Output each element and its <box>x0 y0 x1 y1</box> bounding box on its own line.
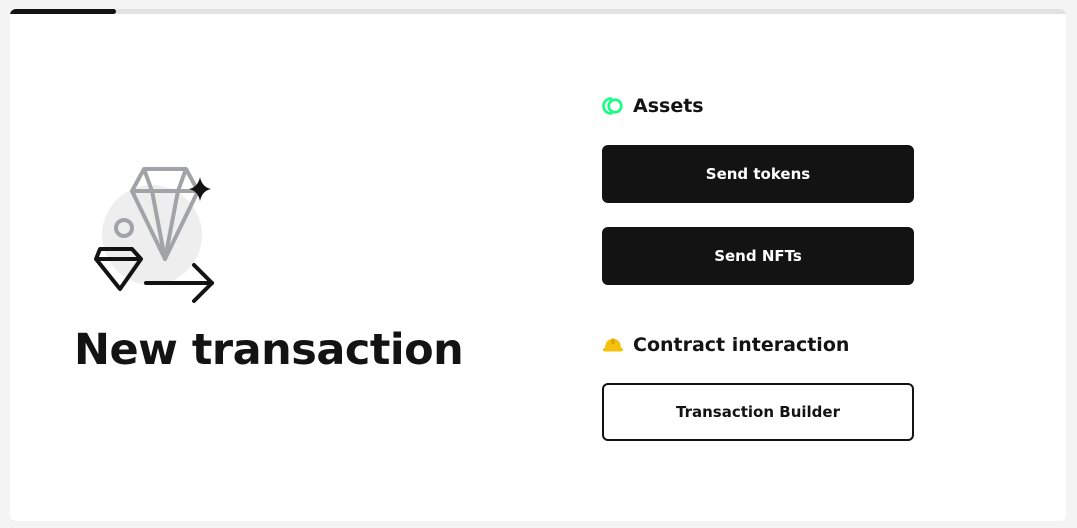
transaction-builder-button[interactable]: Transaction Builder <box>602 383 914 441</box>
diamond-transfer-illustration <box>94 167 214 303</box>
hard-hat-icon <box>602 334 624 356</box>
contract-section-title: Contract interaction <box>633 334 850 356</box>
assets-section-header: Assets <box>602 95 704 117</box>
send-tokens-button[interactable]: Send tokens <box>602 145 914 203</box>
progress-bar <box>10 9 1066 14</box>
assets-section-title: Assets <box>633 95 704 117</box>
page-title: New transaction <box>74 325 464 375</box>
new-transaction-card: New transaction Assets Send tokens Send … <box>10 9 1066 521</box>
assets-coins-icon <box>602 95 624 117</box>
send-nfts-button[interactable]: Send NFTs <box>602 227 914 285</box>
progress-bar-fill <box>10 9 116 14</box>
contract-section-header: Contract interaction <box>602 334 849 356</box>
